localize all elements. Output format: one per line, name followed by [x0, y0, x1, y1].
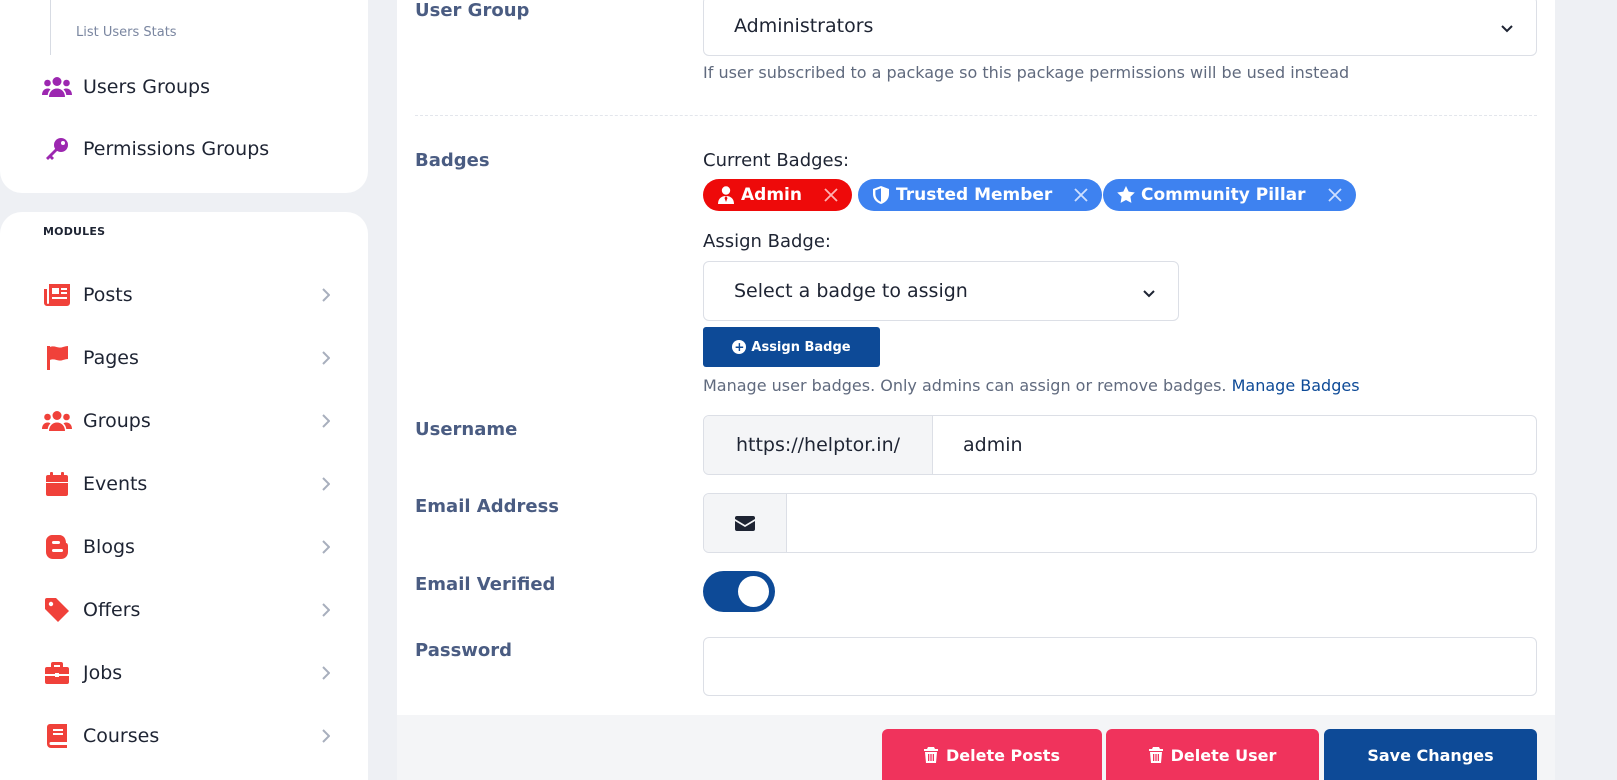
- sidebar-item-blogs[interactable]: Blogs: [42, 527, 332, 567]
- password-input[interactable]: [703, 637, 1537, 696]
- users-icon: [42, 72, 72, 102]
- badge-select[interactable]: Select a badge to assign: [703, 261, 1179, 321]
- sidebar-item-label: Permissions Groups: [83, 138, 270, 160]
- newspaper-icon: [42, 280, 72, 310]
- briefcase-icon: [42, 658, 72, 688]
- badge-name: Community Pillar: [1141, 185, 1306, 205]
- sidebar-item-events[interactable]: Events: [42, 464, 332, 504]
- email-verified-toggle[interactable]: [703, 571, 775, 612]
- sidebar-item-permissions-groups[interactable]: Permissions Groups: [42, 129, 332, 169]
- users-icon: [42, 406, 72, 436]
- sidebar-item-users-groups[interactable]: Users Groups: [42, 67, 332, 107]
- username-prefix: https://helptor.in/: [704, 416, 933, 474]
- sidebar-item-pages[interactable]: Pages: [42, 338, 332, 378]
- sidebar-item-label: Courses: [83, 725, 160, 747]
- chevron-right-icon: [318, 351, 332, 365]
- delete-posts-label: Delete Posts: [946, 745, 1060, 765]
- user-group-help: If user subscribed to a package so this …: [703, 63, 1350, 82]
- chevron-right-icon: [318, 288, 332, 302]
- email-input[interactable]: [787, 494, 1536, 552]
- badges-help-text: Manage user badges. Only admins can assi…: [703, 376, 1227, 395]
- user-group-value: Administrators: [734, 15, 874, 37]
- user-tie-icon: [717, 186, 735, 204]
- email-verified-label: Email Verified: [415, 574, 556, 595]
- assign-badge-button-label: Assign Badge: [751, 339, 851, 355]
- badge-trusted-member: Trusted Member: [858, 179, 1103, 211]
- email-input-group: [703, 493, 1537, 553]
- calendar-icon: [42, 469, 72, 499]
- sidebar-item-label: Users Groups: [83, 76, 210, 98]
- sidebar-users-card: List Users Stats Users Groups Permission…: [0, 0, 368, 193]
- flag-icon: [42, 343, 72, 373]
- star-icon: [1117, 186, 1135, 204]
- sidebar-item-label: Posts: [83, 284, 133, 306]
- sidebar-subitem-list-users-stats[interactable]: List Users Stats: [76, 25, 177, 40]
- user-group-label: User Group: [415, 0, 530, 21]
- manage-badges-link[interactable]: Manage Badges: [1232, 376, 1360, 395]
- chevron-down-icon: [1142, 284, 1156, 298]
- sidebar-item-groups[interactable]: Groups: [42, 401, 332, 441]
- chevron-right-icon: [318, 414, 332, 428]
- badge-select-placeholder: Select a badge to assign: [734, 280, 968, 302]
- user-group-select[interactable]: Administrators: [703, 0, 1537, 56]
- sidebar-item-courses[interactable]: Courses: [42, 716, 332, 756]
- delete-user-label: Delete User: [1170, 745, 1277, 765]
- badge-name: Trusted Member: [896, 185, 1053, 205]
- badges-help: Manage user badges. Only admins can assi…: [703, 376, 1360, 395]
- trash-icon: [924, 747, 939, 763]
- sidebar-item-label: Events: [83, 473, 148, 495]
- email-label: Email Address: [415, 496, 560, 517]
- remove-badge-icon[interactable]: [1074, 188, 1088, 202]
- sidebar-modules-card: MODULES Posts Pages Groups Events Blogs: [0, 212, 368, 780]
- section-divider: [415, 115, 1537, 116]
- assign-badge-label: Assign Badge:: [703, 231, 831, 252]
- toggle-knob: [738, 576, 769, 607]
- book-icon: [42, 721, 72, 751]
- modules-heading: MODULES: [43, 225, 106, 238]
- current-badges-label: Current Badges:: [703, 150, 850, 171]
- remove-badge-icon[interactable]: [824, 188, 838, 202]
- username-input[interactable]: admin: [933, 416, 1536, 474]
- sidebar-item-posts[interactable]: Posts: [42, 275, 332, 315]
- remove-badge-icon[interactable]: [1327, 188, 1342, 202]
- chevron-right-icon: [318, 477, 332, 491]
- password-label: Password: [415, 640, 513, 661]
- save-changes-button[interactable]: Save Changes: [1324, 729, 1537, 780]
- blogger-icon: [42, 532, 72, 562]
- chevron-down-icon: [1500, 19, 1514, 33]
- username-input-group: https://helptor.in/ admin: [703, 415, 1537, 475]
- envelope-icon: [704, 494, 787, 552]
- delete-user-button[interactable]: Delete User: [1106, 729, 1319, 780]
- badge-admin: Admin: [703, 179, 852, 211]
- sidebar-item-label: Blogs: [83, 536, 135, 558]
- chevron-right-icon: [318, 729, 332, 743]
- chevron-right-icon: [318, 540, 332, 554]
- tag-icon: [42, 595, 72, 625]
- plus-circle-icon: +: [732, 340, 747, 354]
- sidebar-item-label: Offers: [83, 599, 141, 621]
- chevron-right-icon: [318, 603, 332, 617]
- submenu-line: [50, 0, 51, 55]
- delete-posts-button[interactable]: Delete Posts: [882, 729, 1102, 780]
- shield-icon: [872, 186, 890, 204]
- badge-name: Admin: [741, 185, 802, 205]
- sidebar-item-offers[interactable]: Offers: [42, 590, 332, 630]
- badges-label: Badges: [415, 150, 490, 171]
- save-changes-label: Save Changes: [1367, 745, 1494, 765]
- sidebar-item-label: Pages: [83, 347, 139, 369]
- badge-community-pillar: Community Pillar: [1103, 179, 1356, 211]
- sidebar-item-jobs[interactable]: Jobs: [42, 653, 332, 693]
- trash-icon: [1148, 747, 1163, 763]
- sidebar-item-label: Jobs: [83, 662, 123, 684]
- username-label: Username: [415, 419, 518, 440]
- sidebar-item-label: Groups: [83, 410, 151, 432]
- chevron-right-icon: [318, 666, 332, 680]
- key-icon: [42, 134, 72, 164]
- assign-badge-button[interactable]: + Assign Badge: [703, 327, 880, 367]
- user-edit-form: User Group Administrators If user subscr…: [397, 0, 1555, 715]
